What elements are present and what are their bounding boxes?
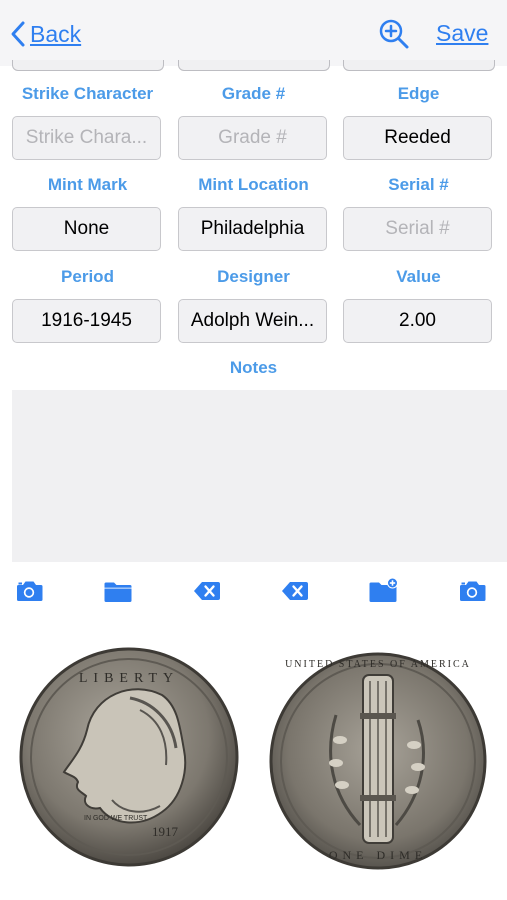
mint-location-field[interactable]: Philadelphia — [178, 207, 327, 251]
serial-label: Serial # — [388, 175, 449, 194]
period-label: Period — [61, 267, 114, 286]
field-stub-left — [12, 60, 164, 71]
grade-field[interactable]: Grade # — [178, 116, 327, 160]
serial-field[interactable]: Serial # — [343, 207, 492, 251]
save-button[interactable]: Save — [436, 20, 488, 47]
back-button[interactable]: Back — [10, 18, 81, 50]
coin-obverse-image[interactable]: LIBERTY IN GOD WE TRUST 1917 — [12, 640, 246, 874]
edge-field[interactable]: Reeded — [343, 116, 492, 160]
coin-reverse-image[interactable]: UNITED STATES OF AMERICA ONE DIME — [262, 645, 494, 877]
back-label: Back — [30, 20, 82, 47]
strike-character-field[interactable]: Strike Chara... — [12, 116, 161, 160]
delete-x-icon[interactable] — [280, 576, 310, 606]
obverse-year-text: 1917 — [152, 824, 179, 839]
designer-label: Designer — [217, 267, 290, 286]
camera-icon[interactable] — [457, 576, 487, 606]
delete-left-icon[interactable] — [192, 576, 222, 606]
camera-icon[interactable] — [14, 576, 44, 606]
notes-label: Notes — [229, 358, 278, 377]
reverse-denomination-text: ONE DIME — [329, 848, 427, 862]
field-stub-center — [178, 60, 330, 71]
navigation-bar: Back Save — [0, 0, 507, 66]
obverse-motto-text: IN GOD WE TRUST — [84, 815, 148, 822]
mint-mark-field[interactable]: None — [12, 207, 161, 251]
mint-location-label: Mint Location — [198, 175, 309, 194]
value-field[interactable]: 2.00 — [343, 299, 492, 343]
edge-label: Edge — [397, 84, 440, 103]
chevron-left-icon — [11, 21, 25, 47]
value-label: Value — [396, 267, 441, 286]
zoom-in-icon[interactable] — [377, 17, 411, 51]
notes-textarea[interactable] — [12, 390, 507, 562]
folder-add-icon[interactable] — [368, 576, 398, 606]
strike-character-label: Strike Character — [21, 84, 154, 103]
field-stub-right — [343, 60, 495, 71]
grade-label: Grade # — [221, 84, 286, 103]
designer-field[interactable]: Adolph Wein... — [178, 299, 327, 343]
folder-icon[interactable] — [103, 576, 133, 606]
obverse-liberty-text: LIBERTY — [79, 671, 179, 686]
mint-mark-label: Mint Mark — [47, 175, 128, 194]
reverse-legend-text: UNITED STATES OF AMERICA — [285, 659, 471, 670]
period-field[interactable]: 1916-1945 — [12, 299, 161, 343]
